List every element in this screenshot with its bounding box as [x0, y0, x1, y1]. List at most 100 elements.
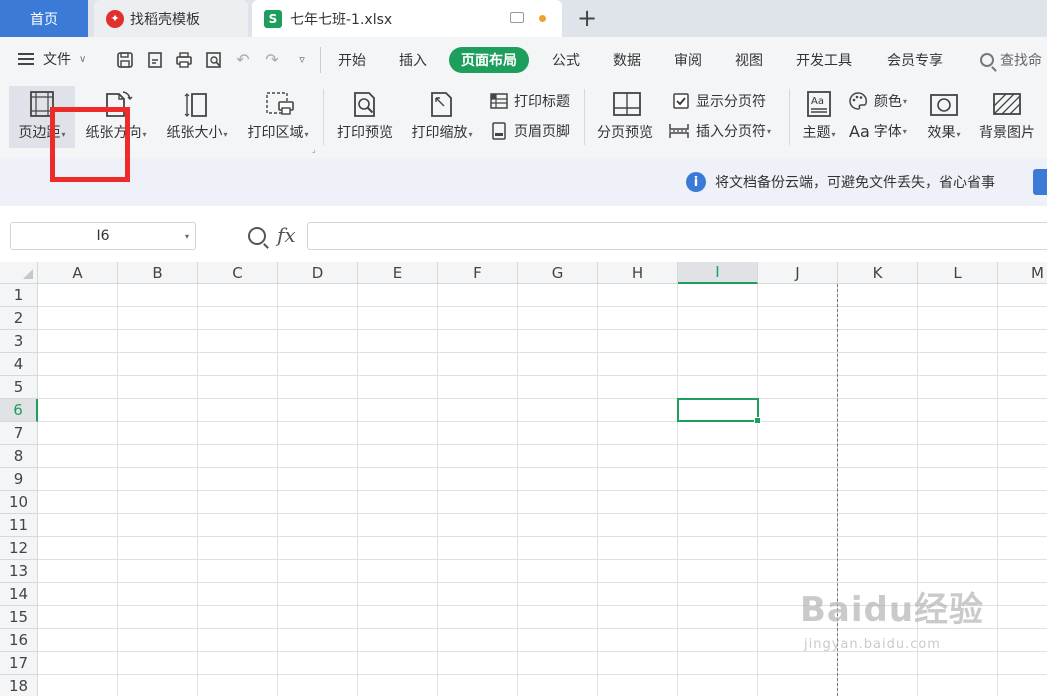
- fonts-button[interactable]: Aa 字体 ▾: [849, 121, 907, 141]
- caret-down-icon: ▾: [223, 130, 228, 139]
- search-command[interactable]: 查找命: [980, 50, 1042, 70]
- tab-template[interactable]: ✦ 找稻壳模板: [94, 0, 248, 37]
- page-setup-dialog-icon[interactable]: ⌟: [312, 145, 316, 154]
- header-footer-button[interactable]: 页眉页脚: [490, 121, 570, 141]
- paper-size-button[interactable]: 纸张大小▾: [161, 86, 233, 148]
- caret-down-icon: ▾: [903, 96, 908, 106]
- print-preview-button[interactable]: 打印预览: [332, 86, 398, 148]
- column-header-f[interactable]: F: [438, 262, 518, 284]
- column-header-i[interactable]: I: [678, 262, 758, 284]
- header-footer-label: 页眉页脚: [514, 124, 570, 140]
- print-area-button[interactable]: 打印区域▾: [242, 86, 314, 148]
- column-header-d[interactable]: D: [278, 262, 358, 284]
- print-titles-button[interactable]: 打印标题: [490, 91, 570, 111]
- backup-action-button[interactable]: [1033, 169, 1047, 195]
- row-header-9[interactable]: 9: [0, 468, 38, 491]
- tab-file[interactable]: S 七年七班-1.xlsx: [252, 0, 562, 37]
- row-header-11[interactable]: 11: [0, 514, 38, 537]
- menu-review[interactable]: 审阅: [674, 50, 702, 70]
- row-header-18[interactable]: 18: [0, 675, 38, 696]
- paper-size-icon: [184, 90, 210, 118]
- row-header-7[interactable]: 7: [0, 422, 38, 445]
- column-header-e[interactable]: E: [358, 262, 438, 284]
- column-header-b[interactable]: B: [118, 262, 198, 284]
- column-header-a[interactable]: A: [38, 262, 118, 284]
- row-header-16[interactable]: 16: [0, 629, 38, 652]
- column-header-l[interactable]: L: [918, 262, 998, 284]
- caret-down-icon: ▾: [142, 130, 147, 139]
- select-all-corner[interactable]: [0, 262, 38, 284]
- name-box[interactable]: I6 ▾: [10, 222, 196, 250]
- more-quick-actions-icon[interactable]: ▿: [293, 51, 311, 69]
- row-header-12[interactable]: 12: [0, 537, 38, 560]
- export-pdf-icon[interactable]: [146, 51, 164, 69]
- column-header-h[interactable]: H: [598, 262, 678, 284]
- background-image-button[interactable]: 背景图片: [974, 86, 1040, 148]
- svg-text:Aa: Aa: [811, 96, 824, 107]
- row-header-8[interactable]: 8: [0, 445, 38, 468]
- print-preview-label: 打印预览: [337, 125, 393, 141]
- effects-label: 效果: [927, 125, 956, 141]
- caret-down-icon: ▾: [304, 130, 309, 139]
- row-header-2[interactable]: 2: [0, 307, 38, 330]
- column-header-j[interactable]: J: [758, 262, 838, 284]
- column-header-m[interactable]: M: [998, 262, 1047, 284]
- column-header-c[interactable]: C: [198, 262, 278, 284]
- hamburger-icon: [18, 53, 34, 65]
- row-header-17[interactable]: 17: [0, 652, 38, 675]
- column-header-g[interactable]: G: [518, 262, 598, 284]
- ribbon-separator: [789, 89, 790, 145]
- menu-bar: 文件 ∨ ↶ ↷ ▿ 开始 插入 页面布局 公式 数据 审阅 视图 开发工具 会…: [0, 37, 1047, 83]
- print-icon[interactable]: [175, 51, 193, 69]
- file-menu-button[interactable]: 文件 ∨: [18, 49, 86, 69]
- row-header-5[interactable]: 5: [0, 376, 38, 399]
- unsaved-dot-icon: [539, 15, 546, 22]
- watermark-main: Baidu经验: [800, 590, 985, 630]
- tab-home-label: 首页: [30, 11, 58, 28]
- caret-down-icon[interactable]: ▾: [185, 232, 189, 241]
- save-icon[interactable]: [116, 51, 134, 69]
- menu-page-layout[interactable]: 页面布局: [449, 47, 529, 73]
- selected-cell[interactable]: [677, 398, 761, 424]
- row-header-10[interactable]: 10: [0, 491, 38, 514]
- page-break-preview-button[interactable]: 分页预览: [592, 86, 658, 148]
- menu-insert[interactable]: 插入: [399, 50, 427, 70]
- tab-template-label: 找稻壳模板: [130, 11, 200, 28]
- row-header-15[interactable]: 15: [0, 606, 38, 629]
- undo-icon[interactable]: ↶: [234, 51, 252, 69]
- show-page-breaks-checkbox[interactable]: 显示分页符: [672, 91, 766, 111]
- monitor-icon[interactable]: [510, 12, 524, 23]
- backup-notification: i 将文档备份云端，可避免文件丢失，省心省事: [686, 172, 995, 192]
- menu-member[interactable]: 会员专享: [887, 50, 943, 70]
- row-header-3[interactable]: 3: [0, 330, 38, 353]
- menu-developer[interactable]: 开发工具: [796, 50, 852, 70]
- print-scale-button[interactable]: 打印缩放▾: [404, 86, 480, 148]
- menu-formula[interactable]: 公式: [552, 50, 580, 70]
- row-header-4[interactable]: 4: [0, 353, 38, 376]
- row-header-1[interactable]: 1: [0, 284, 38, 307]
- formula-input[interactable]: [307, 222, 1047, 250]
- column-header-k[interactable]: K: [838, 262, 918, 284]
- menu-start[interactable]: 开始: [338, 50, 366, 70]
- tab-home[interactable]: 首页: [0, 0, 88, 37]
- background-image-label: 背景图片: [979, 125, 1035, 141]
- row-header-6[interactable]: 6: [0, 399, 38, 422]
- fx-icon[interactable]: fx: [277, 223, 296, 247]
- row-header-14[interactable]: 14: [0, 583, 38, 606]
- tab-file-label: 七年七班-1.xlsx: [290, 11, 393, 28]
- redo-icon[interactable]: ↷: [263, 51, 281, 69]
- theme-button[interactable]: Aa 主题▾: [796, 86, 842, 148]
- page-break-preview-icon: [612, 90, 641, 118]
- show-page-breaks-label: 显示分页符: [696, 94, 766, 110]
- tab-bar: 首页 ✦ 找稻壳模板 S 七年七班-1.xlsx +: [0, 0, 1047, 37]
- colors-button[interactable]: 颜色 ▾: [848, 91, 907, 111]
- insert-page-break-button[interactable]: 插入分页符 ▾: [668, 121, 771, 141]
- page-break-preview-label: 分页预览: [597, 125, 653, 141]
- effects-button[interactable]: 效果▾: [921, 86, 967, 148]
- print-preview-quick-icon[interactable]: [205, 51, 223, 69]
- row-header-13[interactable]: 13: [0, 560, 38, 583]
- menu-data[interactable]: 数据: [613, 50, 641, 70]
- zoom-icon[interactable]: [248, 227, 266, 245]
- new-tab-plus-icon[interactable]: +: [576, 6, 598, 30]
- menu-view[interactable]: 视图: [735, 50, 763, 70]
